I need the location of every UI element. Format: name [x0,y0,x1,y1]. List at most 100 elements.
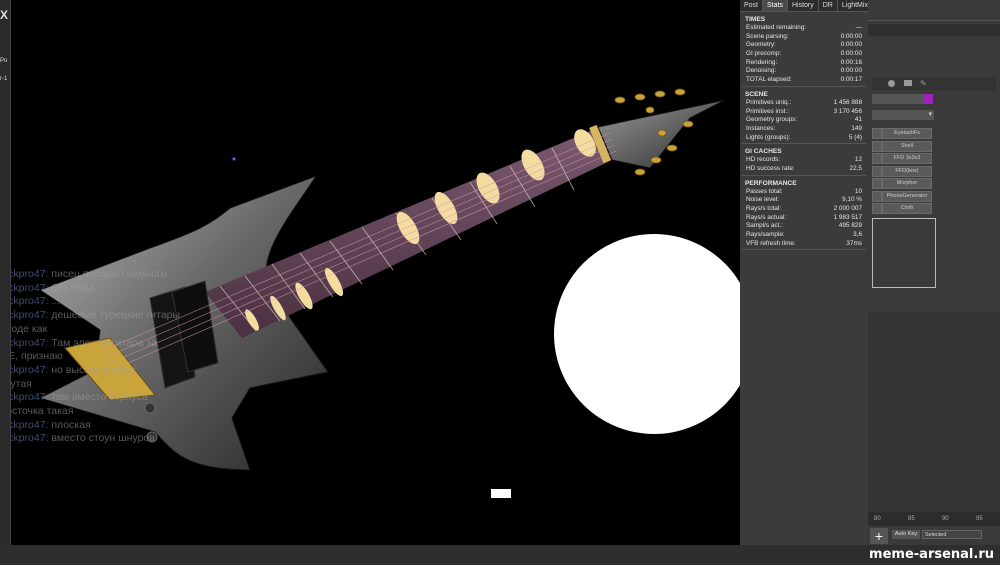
blue-star [232,157,236,161]
stats-row: Instances: 149 [740,125,868,134]
sphere-icon[interactable] [888,80,895,87]
stats-row: HD success rate: 22,5 [740,165,868,174]
stats-label: Rays/sample: [746,231,785,239]
stats-label: Estimated remaining: [746,24,807,31]
chat-line: jackpro47: но высота корпус [0,364,200,378]
strip-label-po: Po [0,58,8,64]
stats-value: 0:00:00 [840,41,862,49]
modifier-button-left[interactable] [872,203,882,214]
stats-label: Primitives uniq.: [746,98,792,106]
stats-label: GI precomp: [746,50,782,58]
stats-label: Geometry: [746,41,776,49]
stats-label: Primitives inst.: [746,107,789,115]
display-icon[interactable] [904,80,912,86]
tab-post[interactable]: Post [740,0,764,11]
modifier-button[interactable]: Shell [882,140,932,152]
modifier-button-left[interactable] [872,178,882,189]
tab-history[interactable]: History [788,0,819,11]
selected-label: Selected [925,532,947,538]
stats-row: TOTAL elapsed: 0:00:17 [740,76,868,85]
modifier-button[interactable]: FFD 3x3x3 [882,153,932,164]
modifier-stack[interactable] [872,218,936,288]
stats-label: VFB refresh time: [746,239,796,247]
chat-line: jackpro47: без обид [0,282,200,296]
stats-body: TIMES Estimated remaining: — Scene parsing:… [740,12,868,251]
chat-line: ОЕ, признаю [0,350,200,364]
chat-message: без обид [51,281,95,294]
stats-row: Rendering: 0:00:16 [740,59,868,68]
stats-row: VFB refresh time: 37ms [740,240,868,249]
object-color-swatch[interactable] [924,94,933,104]
stats-value: 10 [854,187,862,195]
stats-label: Noise level: [746,196,780,204]
stats-label: Rays/s actual: [746,213,787,221]
chat-line: jackpro47: дешёвые турецкие гитары [0,309,200,323]
stats-value: 0:00:00 [840,32,862,40]
stats-value: 41 [854,116,862,124]
stats-value: 12 [854,156,862,164]
stats-row: Primitives inst.: 3 170 456 [740,108,868,117]
stats-row: Denoising: 0:00:00 [740,67,868,76]
stats-row: Lights (groups): 5 (4) [740,134,868,143]
modifier-button[interactable]: FFD(box) [882,165,932,177]
stats-value: 1 456 888 [833,98,862,106]
chat-message: Там электрогитара за [51,336,158,349]
modifier-button[interactable]: Cloth [882,203,932,214]
wrench-icon[interactable]: ✎ [920,79,927,88]
modifier-button-left[interactable] [872,165,882,177]
chat-message: вместо стоун шнуров [51,432,155,445]
stats-section-title: PERFORMANCE [745,179,797,187]
render-viewport: jackpro47: писец посадил немного jackpro4… [0,0,740,545]
chat-message: но высота корпус [51,363,136,376]
stats-label: Sampl/s act.: [746,222,783,230]
tab-dr[interactable]: DR [819,0,838,11]
modifier-button-left[interactable] [872,190,882,202]
command-panel-tabs: ✎ [872,78,996,90]
bottom-status-bar [0,545,1000,565]
stats-tabs: Post Stats History DR LightMix [740,0,873,12]
stats-row: Rays/s total: 2 000 007 [740,205,868,214]
modifier-button[interactable]: PhoneGenerator [882,190,932,202]
right-command-panel: ✎ ▾ EyelashFx Shell FFD 3x3x3 FFD(box) Morph… [868,0,1000,545]
chevron-down-icon: ▾ [928,111,932,118]
timeline-ruler[interactable]: 80 85 90 95 [868,512,1000,526]
stats-row: HD records: 12 [740,156,868,165]
stats-label: Denoising: [746,67,777,75]
selection-set-dropdown[interactable]: Selected [922,530,982,539]
stats-value: 149 [851,124,862,132]
chat-line: jackpro47: Там электрогитара за [0,337,200,351]
stats-label: Geometry groups: [746,116,798,124]
modifier-button[interactable]: EyelashFx [882,128,932,139]
strip-label-x: X [0,8,9,22]
stats-row: Scene parsing: 0:00:00 [740,33,868,42]
chat-line: jackpro47: ... [0,295,200,309]
modifier-button-left[interactable] [872,153,882,164]
stats-value: 2 000 007 [833,205,862,212]
parameters-rollout [868,312,1000,512]
stats-row: Primitives uniq.: 1 456 888 [740,99,868,108]
stats-value: — [855,24,862,31]
moon [554,234,740,434]
stats-row: Rays/sample: 3,6 [740,231,868,240]
chat-message: там вместо корпуса [51,391,148,404]
stats-value: 495 829 [838,222,862,230]
stats-row: Geometry groups: 41 [740,116,868,125]
stats-row: Estimated remaining: — [740,24,868,33]
tab-stats[interactable]: Stats [763,0,788,11]
modifier-button-left[interactable] [872,128,882,139]
stats-label: Rendering: [746,58,778,66]
add-key-button[interactable]: + [870,528,888,544]
left-toolbar-strip: X Po r-1 [0,0,11,545]
modifier-button[interactable]: Morpher [882,178,932,189]
auto-key-button[interactable]: Auto Key [892,530,920,539]
object-name-field[interactable] [872,94,924,104]
chat-message: писец посадил немного [51,268,167,280]
stats-section-title: GI CACHES [745,148,782,156]
modifier-button-left[interactable] [872,140,882,152]
stats-label: Passes total: [746,187,783,195]
stats-label: Lights (groups): [746,133,791,141]
stats-section-title: TIMES [745,16,766,23]
chat-message: досточка такая [0,405,74,418]
chat-line: jackpro47: вместо стоун шнуров [0,432,200,446]
modifier-list-dropdown[interactable]: ▾ [872,110,934,120]
